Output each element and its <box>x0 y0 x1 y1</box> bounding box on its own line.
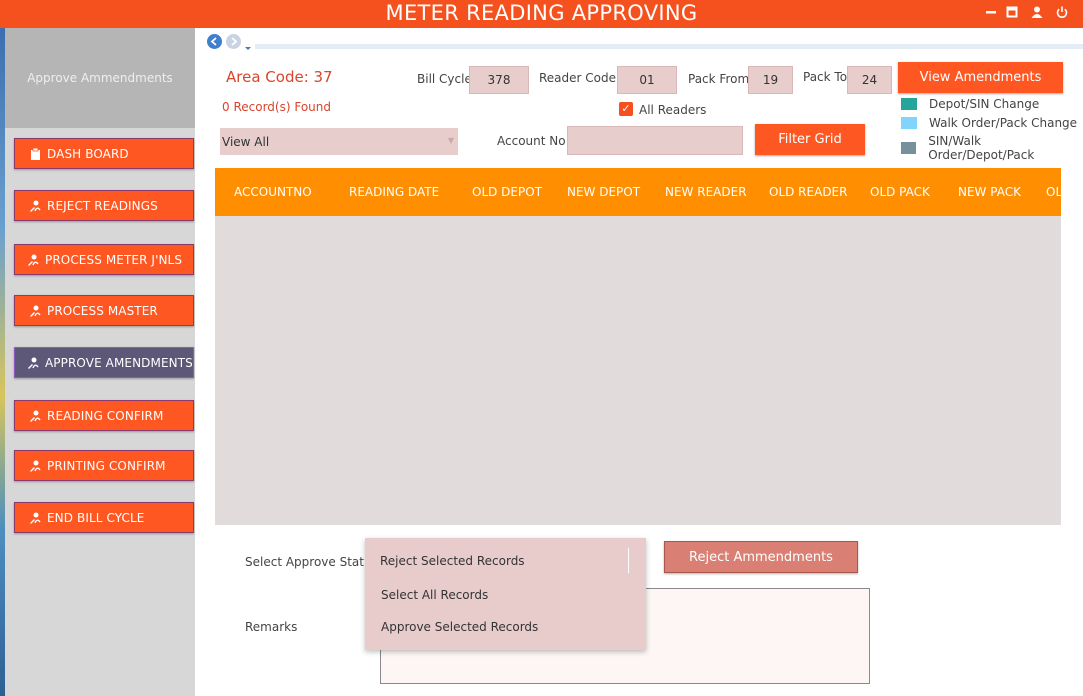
sidebar-header: Approve Ammendments <box>5 28 195 128</box>
reader-code-label: Reader Code <box>539 71 617 85</box>
column-header-old-reader[interactable]: OLD READER <box>769 185 847 199</box>
nav-label: PROCESS METER J'NLS <box>45 252 183 267</box>
clipboard-icon <box>29 147 41 160</box>
nav-dash-board-button[interactable]: DASH BOARD <box>14 138 194 169</box>
minimize-icon[interactable] <box>983 6 999 22</box>
nav-reject-readings-button[interactable]: REJECT READINGS <box>14 190 194 221</box>
legend-swatch <box>901 117 917 129</box>
column-header-old-pack[interactable]: OLD PACK <box>870 185 930 199</box>
nav-label: PRINTING CONFIRM <box>47 458 166 473</box>
pack-from-label: Pack From <box>688 72 750 86</box>
account-no-label: Account No <box>497 134 566 148</box>
column-header-truncated[interactable]: OL <box>1046 185 1061 199</box>
legend-label: SIN/Walk Order/Depot/Pack <box>928 134 1035 162</box>
person-edit-icon <box>27 254 39 266</box>
maximize-icon[interactable] <box>1004 6 1020 22</box>
column-header-new-pack[interactable]: NEW PACK <box>958 185 1021 199</box>
back-arrow-icon[interactable] <box>207 34 222 49</box>
view-amendments-button[interactable]: View Amendments <box>898 62 1063 93</box>
navigation-bar-line <box>255 44 1083 49</box>
legend-item: SIN/Walk Order/Depot/Pack <box>901 134 1083 162</box>
nav-label: REJECT READINGS <box>47 198 158 213</box>
column-header-accountno[interactable]: ACCOUNTNO <box>234 185 312 199</box>
person-edit-icon <box>29 305 41 317</box>
approve-status-label: Select Approve Status <box>245 555 378 569</box>
legend-item: Depot/SIN Change <box>901 97 1039 111</box>
column-header-reading-date[interactable]: READING DATE <box>349 185 439 199</box>
legend-swatch <box>901 98 917 110</box>
sidebar: Approve Ammendments DASH BOARD REJECT RE… <box>5 28 195 696</box>
nav-label: PROCESS MASTER <box>47 303 158 318</box>
area-code: Area Code: 37 <box>226 68 333 86</box>
approve-status-dropdown[interactable]: Reject Selected Records Select All Recor… <box>365 538 646 650</box>
grid-body[interactable] <box>215 216 1061 525</box>
history-dropdown-icon[interactable] <box>244 37 252 50</box>
user-icon[interactable] <box>1029 6 1045 22</box>
app-title: METER READING APPROVING <box>385 1 698 25</box>
dropdown-option-approve-selected[interactable]: Approve Selected Records <box>381 620 538 634</box>
remarks-label: Remarks <box>245 620 298 634</box>
person-edit-icon <box>27 357 39 369</box>
pack-from-field[interactable]: 19 <box>748 66 793 94</box>
column-header-old-depot[interactable]: OLD DEPOT <box>472 185 542 199</box>
nav-label: APPROVE AMENDMENTS <box>45 355 193 370</box>
grid-header: ACCOUNTNO READING DATE OLD DEPOT NEW DEP… <box>215 168 1061 216</box>
nav-label: DASH BOARD <box>47 146 129 161</box>
nav-end-bill-cycle-button[interactable]: END BILL CYCLE <box>14 502 194 533</box>
all-readers-checkbox[interactable]: ✓ <box>619 102 633 116</box>
power-icon[interactable] <box>1054 6 1070 22</box>
person-edit-icon <box>29 200 41 212</box>
nav-approve-amendments-button[interactable]: APPROVE AMENDMENTS <box>14 347 194 378</box>
legend-label: Depot/SIN Change <box>929 97 1040 111</box>
bill-cycle-field[interactable]: 378 <box>469 66 529 94</box>
legend-item: Walk Order/Pack Change <box>901 116 1077 130</box>
column-header-new-depot[interactable]: NEW DEPOT <box>567 185 640 199</box>
person-edit-icon <box>29 512 41 524</box>
legend-label: Walk Order/Pack Change <box>929 116 1078 130</box>
sidebar-title: Approve Ammendments <box>27 71 173 85</box>
view-filter-value: View All <box>222 134 270 149</box>
dropdown-option-reject-selected[interactable]: Reject Selected Records <box>380 554 525 568</box>
column-header-new-reader[interactable]: NEW READER <box>665 185 747 199</box>
reader-code-field[interactable]: 01 <box>617 66 677 94</box>
legend-swatch <box>901 142 917 154</box>
account-no-input[interactable] <box>567 126 743 155</box>
chevron-down-icon: ▼ <box>447 136 454 145</box>
pack-to-field[interactable]: 24 <box>847 66 892 94</box>
records-found-count: 0 Record(s) Found <box>222 100 331 114</box>
all-readers-label: All Readers <box>639 103 707 117</box>
nav-process-meter-jnls-button[interactable]: PROCESS METER J'NLS <box>14 244 194 275</box>
nav-printing-confirm-button[interactable]: PRINTING CONFIRM <box>14 450 194 481</box>
reject-amendments-button[interactable]: Reject Ammendments <box>664 541 858 573</box>
dropdown-divider <box>628 548 629 573</box>
nav-process-master-button[interactable]: PROCESS MASTER <box>14 295 194 326</box>
view-filter-select[interactable]: View All ▼ <box>220 128 458 155</box>
person-edit-icon <box>29 410 41 422</box>
dropdown-option-select-all[interactable]: Select All Records <box>381 588 488 602</box>
navigation-strip <box>195 28 1083 54</box>
pack-to-label: Pack To <box>803 70 848 84</box>
nav-label: READING CONFIRM <box>47 408 164 423</box>
bill-cycle-label: Bill Cycle <box>417 72 472 86</box>
nav-label: END BILL CYCLE <box>47 510 145 525</box>
nav-reading-confirm-button[interactable]: READING CONFIRM <box>14 400 194 431</box>
filter-grid-button[interactable]: Filter Grid <box>755 124 865 155</box>
title-bar: METER READING APPROVING <box>0 0 1083 28</box>
forward-arrow-icon[interactable] <box>226 34 241 49</box>
person-edit-icon <box>29 460 41 472</box>
